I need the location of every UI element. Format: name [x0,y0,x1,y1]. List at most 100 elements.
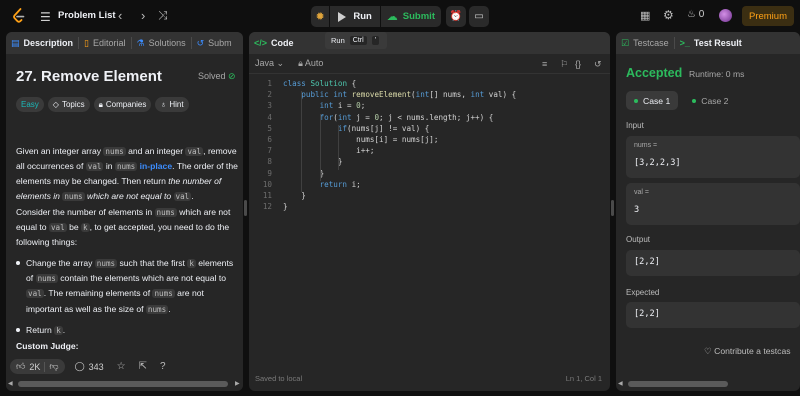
tab-solutions[interactable]: ⚗ Solutions [132,32,191,54]
text: Change the array [26,258,95,268]
runtime-text: Runtime: 0 ms [689,69,745,79]
kbd-key: ' [371,36,379,45]
case-tab-2[interactable]: Case 2 [684,91,736,110]
tab-description[interactable]: ▤ Description [6,32,78,54]
like-button[interactable]: 👍︎ 2K 👎︎ [10,359,65,374]
case-tabs: Case 1 Case 2 [626,91,736,110]
line-number: 1 [267,79,272,88]
hint-chip[interactable]: ♁ Hint [155,97,189,112]
tag-icon: ◇ [52,100,59,109]
streak-counter[interactable]: ♨ 0 [687,9,704,20]
tab-label: Test Result [693,38,742,48]
language-select[interactable]: Java ⌄ [255,58,284,69]
star-icon[interactable]: ☆ [117,361,126,372]
bookmark-icon[interactable]: ⚐ [560,59,568,70]
chevron-down-icon: ⌄ [276,58,285,68]
tab-label: Code [271,38,294,48]
submit-button[interactable]: ☁ Submit [379,6,441,27]
braces-icon[interactable]: {} [575,59,581,69]
inline-code: nums [62,191,85,201]
avatar[interactable] [719,9,732,22]
inline-code: val [173,191,192,201]
timer-icon[interactable]: ⏰ [446,6,466,27]
run-controls: ✹ Run ☁ Submit [311,6,441,27]
left-tabbar: ▤ Description ▯ Editorial ⚗ Solutions ↺ Subm [6,32,243,54]
code-line: return i; [319,179,361,189]
contribute-testcase-link[interactable]: ♡ Contribute a testcas [704,346,791,357]
language-label: Java [255,58,275,68]
tab-submissions[interactable]: ↺ Subm [192,32,237,54]
horizontal-scrollbar[interactable]: ◀ [616,379,800,389]
tab-label: Subm [208,38,232,48]
difficulty-badge: Easy [16,97,44,112]
format-icon[interactable]: ≡ [542,59,547,69]
tab-label: Description [23,38,74,48]
text: and an integer [125,146,186,156]
premium-button[interactable]: Premium [742,6,794,26]
inline-code: nums [94,259,118,268]
run-label: Run [353,11,372,22]
case-tab-1[interactable]: Case 1 [626,91,679,110]
debug-icon[interactable]: ✹ [311,6,329,27]
output-label: Output [626,235,651,244]
next-problem-button[interactable]: › [141,8,145,23]
run-button[interactable]: Run [329,6,379,27]
problem-list-link[interactable]: Problem List [58,10,116,21]
scroll-right-icon[interactable]: ▶ [235,380,240,387]
scroll-left-icon[interactable]: ◀ [8,380,13,387]
indent-guide [319,113,321,181]
reset-icon[interactable]: ↺ [594,59,602,70]
solved-label: Solved [198,71,226,81]
line-number: 10 [262,179,272,189]
share-icon[interactable]: ⇱ [139,361,147,372]
code-line: public int removeElement(int[] nums, int… [301,90,517,100]
companies-chip[interactable]: 🔒︎ Companies [93,97,152,112]
inline-code: val [26,289,44,299]
shuffle-icon[interactable]: ⤨ [158,8,168,23]
line-number: 12 [262,202,272,212]
play-icon [338,11,347,22]
param-value: 3 [634,205,640,215]
text: Consider the number of elements in [16,207,155,217]
notes-icon[interactable]: ▭ [469,6,489,27]
line-number: 7 [267,146,272,156]
gear-icon[interactable]: ⚙ [663,8,674,22]
case-label: Case 2 [701,95,729,106]
horizontal-scrollbar[interactable]: ◀ ▶ [6,379,243,389]
prev-problem-button[interactable]: ‹ [118,8,122,23]
inline-code: nums [145,304,169,314]
in-place-link[interactable]: in-place [140,161,172,171]
result-tabbar: ☑ Testcase >_ Test Result [616,32,800,54]
inline-code: nums [114,162,138,172]
list-item: Return k. [16,323,240,338]
code-toolbar: Java ⌄ 🔒︎ Auto ≡ ⚐ {} ↺ [249,54,610,74]
scrollbar-thumb[interactable] [18,381,228,387]
description-paragraph: Consider the number of elements in nums … [16,205,240,250]
scrollbar-thumb[interactable] [628,381,728,387]
topics-chip[interactable]: ◇ Topics [47,97,90,112]
code-editor[interactable]: 1 class Solution {2 public int removeElem… [249,79,610,369]
text: contain the elements which are not equal… [57,273,227,284]
fire-icon: ♨ [687,9,696,20]
tab-testcase[interactable]: ☑ Testcase [616,32,674,54]
problem-list-icon[interactable]: ☰ [40,10,51,24]
comments-button[interactable]: ◯ 343 [75,361,104,372]
book-icon: ▯ [84,37,89,48]
line-number: 6 [267,135,272,144]
help-icon[interactable]: ? [160,361,166,372]
scroll-left-icon[interactable]: ◀ [618,380,623,387]
thumbs-down-icon[interactable]: 👎︎ [49,361,58,372]
tab-editorial[interactable]: ▯ Editorial [79,32,130,54]
autosave-indicator[interactable]: 🔒︎ Auto [298,58,323,69]
indent-guide [301,91,303,192]
tab-test-result[interactable]: >_ Test Result [675,32,747,54]
leetcode-logo[interactable] [11,8,27,24]
layout-grid-icon[interactable]: ▦ [640,9,650,22]
resize-handle[interactable] [244,200,247,216]
input-nums-box: nums = [3,2,2,3] [626,136,800,178]
resize-handle[interactable] [611,200,614,216]
tab-code[interactable]: </> Code [249,32,299,54]
result-status: Accepted [626,66,683,80]
history-icon: ↺ [196,37,205,48]
line-number: 5 [267,123,272,133]
